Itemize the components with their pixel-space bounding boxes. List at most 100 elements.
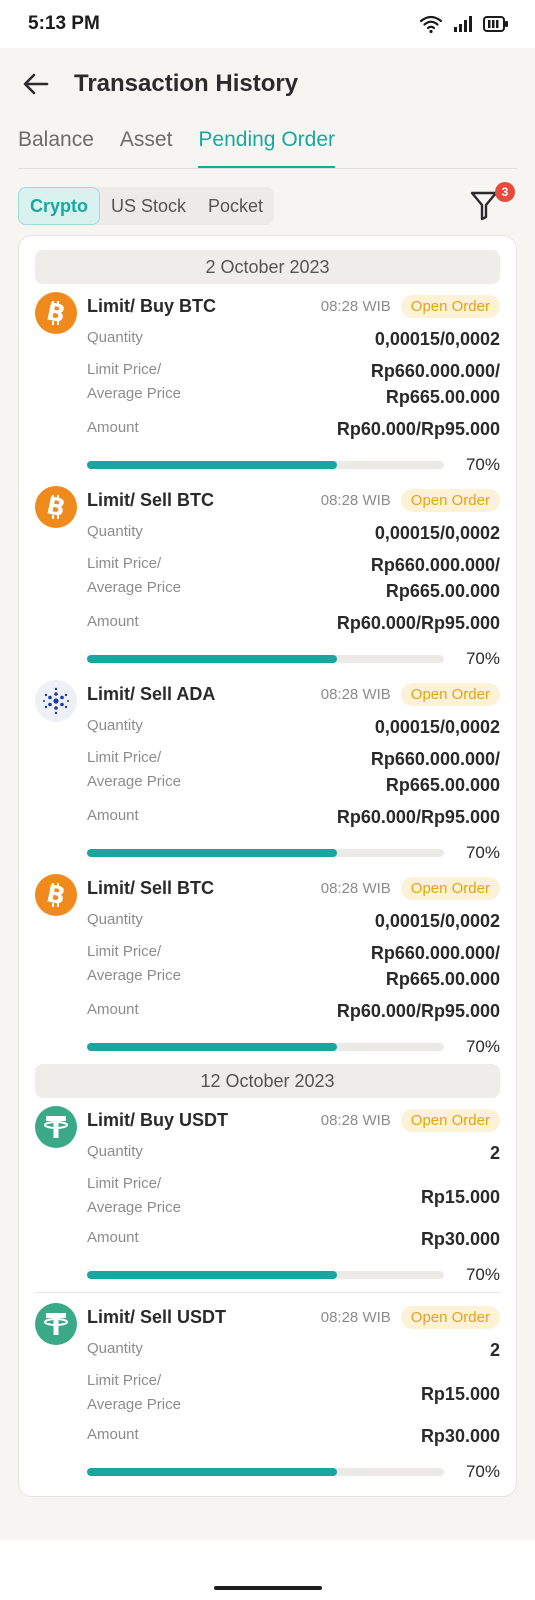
- chip-us-stock[interactable]: US Stock: [100, 187, 197, 225]
- tab-asset[interactable]: Asset: [120, 124, 173, 168]
- quantity-value: 2: [489, 1143, 500, 1163]
- status-icons: [419, 14, 509, 34]
- status-badge: Open Order: [400, 294, 500, 318]
- order-title: Limit/ Sell ADA: [87, 683, 216, 704]
- progress-track: [87, 849, 444, 857]
- limit-price-label-line2: Average Price: [87, 773, 181, 790]
- page-title: Transaction History: [74, 70, 299, 97]
- limit-price-value-line2: Rp665.00.000: [385, 387, 500, 407]
- quantity-value: 2: [489, 1340, 500, 1360]
- order-body: Limit/ Buy BTC 08:28 WIB Open Order Quantit…: [87, 292, 500, 478]
- cardano-icon: [35, 680, 77, 722]
- quantity-value: 0,00015/0,0002: [374, 911, 500, 931]
- order-item[interactable]: Limit/ Sell ADA 08:28 WIB Open Order Quanti…: [35, 672, 500, 866]
- amount-label: Amount: [87, 807, 139, 824]
- amount-value: Rp60.000/Rp95.000: [336, 613, 500, 633]
- battery-icon: [483, 16, 508, 32]
- order-item[interactable]: Limit/ Buy USDT 08:28 WIB Open Order Quanti…: [35, 1098, 500, 1288]
- filter-count-badge: 3: [495, 182, 515, 202]
- limit-price-value: Rp660.000.000/Rp665.00.000: [371, 940, 500, 992]
- order-time: 08:28 WIB: [320, 1111, 391, 1129]
- order-item[interactable]: Limit/ Sell USDT 08:28 WIB Open Order Quant…: [35, 1292, 500, 1485]
- amount-label: Amount: [87, 1229, 139, 1246]
- amount-label: Amount: [87, 613, 139, 630]
- order-body: Limit/ Sell ADA 08:28 WIB Open Order Quanti…: [87, 680, 500, 866]
- order-time: 08:28 WIB: [320, 685, 391, 703]
- filter-button[interactable]: 3: [469, 182, 515, 224]
- progress-fill: [87, 461, 337, 469]
- arrow-left-icon: [23, 73, 49, 95]
- signal-icon: [454, 16, 472, 32]
- amount-value: Rp60.000/Rp95.000: [336, 419, 500, 439]
- status-badge: Open Order: [400, 1305, 500, 1329]
- wifi-icon: [419, 15, 443, 34]
- main-tabs: Balance Asset Pending Order: [18, 124, 517, 169]
- bitcoin-icon: B: [35, 874, 77, 916]
- amount-value: Rp30.000: [420, 1426, 500, 1446]
- progress-percent: 70%: [465, 843, 500, 862]
- status-badge: Open Order: [400, 488, 500, 512]
- limit-price-value: Rp660.000.000/Rp665.00.000: [371, 358, 500, 410]
- limit-price-label-line1: Limit Price/: [87, 943, 162, 960]
- order-title: Limit/ Buy USDT: [87, 1109, 229, 1130]
- limit-price-value-line1: Rp660.000.000/: [370, 555, 500, 575]
- app-header: Transaction History: [0, 48, 535, 120]
- progress-track: [87, 1043, 444, 1051]
- order-title: Limit/ Sell USDT: [87, 1306, 227, 1327]
- progress-percent: 70%: [465, 1037, 500, 1056]
- limit-price-label-line2: Average Price: [87, 1199, 181, 1216]
- status-time: 5:13 PM: [28, 13, 100, 34]
- tab-pending-order[interactable]: Pending Order: [198, 124, 336, 168]
- limit-price-label-line1: Limit Price/: [87, 555, 162, 572]
- limit-price-value: Rp15.000: [420, 1187, 500, 1207]
- progress-track: [87, 1468, 444, 1476]
- date-header: 12 October 2023: [35, 1064, 500, 1098]
- date-label: 2 October 2023: [205, 256, 330, 277]
- limit-price-label-line1: Limit Price/: [87, 1372, 162, 1389]
- progress-fill: [87, 1468, 337, 1476]
- progress-percent: 70%: [465, 1462, 500, 1481]
- chip-pocket[interactable]: Pocket: [197, 187, 274, 225]
- limit-price-label: Limit Price/Average Price: [87, 358, 181, 406]
- status-badge: Open Order: [400, 682, 500, 706]
- filter-row: Crypto US Stock Pocket 3: [18, 182, 517, 225]
- limit-price-label-line1: Limit Price/: [87, 1175, 162, 1192]
- limit-price-value: Rp15.000: [420, 1384, 500, 1404]
- order-time: 08:28 WIB: [320, 879, 391, 897]
- limit-price-label-line1: Limit Price/: [87, 361, 162, 378]
- bitcoin-icon: B: [35, 292, 77, 334]
- tether-icon: [35, 1303, 77, 1345]
- progress-fill: [87, 1271, 337, 1279]
- quantity-label: Quantity: [87, 717, 143, 734]
- limit-price-label: Limit Price/Average Price: [87, 1172, 181, 1220]
- quantity-label: Quantity: [87, 1340, 143, 1357]
- tab-balance[interactable]: Balance: [18, 124, 94, 168]
- amount-label: Amount: [87, 419, 139, 436]
- order-title: Limit/ Buy BTC: [87, 295, 216, 316]
- limit-price-label-line2: Average Price: [87, 1396, 181, 1413]
- order-item[interactable]: B Limit/ Sell BTC 08:28 WIB Open Order Quant…: [35, 478, 500, 672]
- home-indicator[interactable]: [214, 1586, 322, 1590]
- limit-price-value-line1: Rp660.000.000/: [370, 749, 500, 769]
- quantity-label: Quantity: [87, 329, 143, 346]
- amount-value: Rp60.000/Rp95.000: [336, 807, 500, 827]
- orders-card: 2 October 2023 B Limit/ Buy BTC 08:28 WIB Op…: [18, 235, 517, 1497]
- limit-price-label-line1: Limit Price/: [87, 749, 162, 766]
- order-body: Limit/ Sell USDT 08:28 WIB Open Order Quant…: [87, 1303, 500, 1485]
- order-item[interactable]: B Limit/ Sell BTC 08:28 WIB Open Order Quant…: [35, 866, 500, 1060]
- progress-percent: 70%: [465, 455, 500, 474]
- order-item[interactable]: B Limit/ Buy BTC 08:28 WIB Open Order Quanti…: [35, 284, 500, 478]
- limit-price-label-line2: Average Price: [87, 967, 181, 984]
- asset-type-chips: Crypto US Stock Pocket: [18, 187, 275, 225]
- bitcoin-icon: B: [35, 486, 77, 528]
- amount-value: Rp60.000/Rp95.000: [336, 1001, 500, 1021]
- quantity-label: Quantity: [87, 911, 143, 928]
- back-button[interactable]: [20, 68, 52, 100]
- chip-crypto[interactable]: Crypto: [18, 187, 100, 225]
- limit-price-label-line2: Average Price: [87, 385, 181, 402]
- progress-fill: [87, 849, 337, 857]
- limit-price-label: Limit Price/Average Price: [87, 1369, 181, 1417]
- limit-price-label: Limit Price/Average Price: [87, 746, 181, 794]
- limit-price-value: Rp660.000.000/Rp665.00.000: [371, 552, 500, 604]
- progress-fill: [87, 655, 337, 663]
